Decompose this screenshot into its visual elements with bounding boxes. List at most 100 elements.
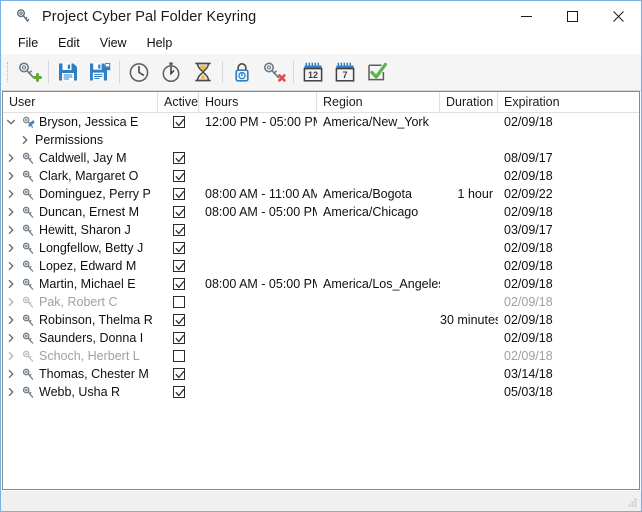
save-button[interactable] (52, 56, 84, 88)
column-header-expiration[interactable]: Expiration (498, 92, 639, 112)
table-row[interactable]: Clark, Margaret O 02/09/18 (3, 167, 639, 185)
calendar-12-button[interactable]: 12 (297, 56, 329, 88)
chevron-right-icon[interactable] (3, 225, 19, 235)
minimize-button[interactable] (503, 1, 549, 32)
key-icon (19, 367, 37, 382)
cell-hours: 08:00 AM - 05:00 PM (205, 277, 317, 291)
chevron-right-icon[interactable] (3, 297, 19, 307)
hourglass-button[interactable] (187, 56, 219, 88)
chevron-right-icon[interactable] (3, 243, 19, 253)
menu-help[interactable]: Help (138, 33, 182, 53)
maximize-button[interactable] (549, 1, 595, 32)
table-row[interactable]: Dominguez, Perry P 08:00 AM - 11:00 AM Ame… (3, 185, 639, 203)
table-row[interactable]: Caldwell, Jay M 08/09/17 (3, 149, 639, 167)
table-row[interactable]: Martin, Michael E 08:00 AM - 05:00 PM Amer… (3, 275, 639, 293)
list-body: Bryson, Jessica E 12:00 PM - 05:00 PM Amer… (3, 113, 639, 489)
cell-duration: 1 hour (457, 187, 493, 201)
cell-user: Permissions (3, 133, 158, 147)
active-checkbox[interactable] (172, 242, 185, 254)
menu-edit[interactable]: Edit (49, 33, 89, 53)
table-row[interactable]: Saunders, Donna I 02/09/18 (3, 329, 639, 347)
table-row[interactable]: Webb, Usha R 05/03/18 (3, 383, 639, 401)
table-row[interactable]: Longfellow, Betty J 02/09/18 (3, 239, 639, 257)
active-checkbox[interactable] (172, 296, 185, 308)
chevron-right-icon[interactable] (3, 171, 19, 181)
column-header-hours[interactable]: Hours (199, 92, 317, 112)
table-row[interactable]: Robinson, Thelma R 30 minutes 02/09/18 (3, 311, 639, 329)
chevron-right-icon[interactable] (3, 261, 19, 271)
chevron-right-icon[interactable] (3, 207, 19, 217)
table-row[interactable]: Bryson, Jessica E 12:00 PM - 05:00 PM Amer… (3, 113, 639, 131)
lock-power-button[interactable] (226, 56, 258, 88)
chevron-right-icon[interactable] (3, 315, 19, 325)
toolbar-separator (293, 61, 294, 83)
key-icon (19, 331, 37, 346)
active-checkbox[interactable] (172, 368, 185, 380)
chevron-right-icon[interactable] (3, 333, 19, 343)
active-checkbox[interactable] (172, 260, 185, 272)
window-title: Project Cyber Pal Folder Keyring (42, 8, 257, 25)
menu-file[interactable]: File (9, 33, 47, 53)
table-row[interactable]: Lopez, Edward M 02/09/18 (3, 257, 639, 275)
cell-region: America/Chicago (323, 205, 419, 219)
active-checkbox[interactable] (172, 386, 185, 398)
chevron-right-icon[interactable] (3, 189, 19, 199)
active-checkbox[interactable] (172, 278, 185, 290)
cell-active (158, 242, 199, 254)
keyring-list-view: User Active Hours Region Duration Expiration … (2, 91, 640, 490)
table-row[interactable]: Hewitt, Sharon J 03/09/17 (3, 221, 639, 239)
column-header-region[interactable]: Region (317, 92, 440, 112)
chevron-down-icon[interactable] (3, 117, 19, 127)
chevron-right-icon[interactable] (3, 387, 19, 397)
approve-button[interactable] (361, 56, 393, 88)
list-sub-row[interactable]: Permissions (3, 131, 639, 149)
active-checkbox[interactable] (172, 314, 185, 326)
cell-expiration: 03/14/18 (504, 367, 553, 381)
cell-active (158, 350, 199, 362)
chevron-right-icon[interactable] (3, 369, 19, 379)
resize-grip-icon[interactable] (626, 497, 638, 509)
key-plus-icon (19, 62, 42, 82)
svg-text:12: 12 (308, 70, 318, 80)
active-checkbox[interactable] (172, 116, 185, 128)
cell-user: Saunders, Donna I (3, 331, 158, 346)
svg-text:7: 7 (342, 70, 347, 80)
column-header-active[interactable]: Active (158, 92, 199, 112)
active-checkbox[interactable] (172, 188, 185, 200)
stopwatch-icon (162, 62, 180, 83)
active-checkbox[interactable] (172, 332, 185, 344)
chevron-right-icon[interactable] (3, 351, 19, 361)
active-checkbox[interactable] (172, 350, 185, 362)
active-checkbox[interactable] (172, 224, 185, 236)
key-icon (19, 187, 37, 202)
calendar-7-button[interactable]: 7 (329, 56, 361, 88)
active-checkbox[interactable] (172, 152, 185, 164)
stopwatch-button[interactable] (155, 56, 187, 88)
save-as-button[interactable] (84, 56, 116, 88)
close-button[interactable] (595, 1, 641, 32)
cell-expiration: 02/09/18 (504, 241, 553, 255)
toolbar-separator (119, 61, 120, 83)
table-row[interactable]: Schoch, Herbert L 02/09/18 (3, 347, 639, 365)
table-row[interactable]: Thomas, Chester M 03/14/18 (3, 365, 639, 383)
table-row[interactable]: Duncan, Ernest M 08:00 AM - 05:00 PM Ameri… (3, 203, 639, 221)
clock-button[interactable] (123, 56, 155, 88)
column-header-user[interactable]: User (3, 92, 158, 112)
delete-key-button[interactable] (258, 56, 290, 88)
cell-expiration: 02/09/18 (504, 115, 553, 129)
user-name: Clark, Margaret O (39, 169, 139, 183)
chevron-right-icon[interactable] (3, 279, 19, 289)
user-name: Martin, Michael E (39, 277, 136, 291)
menu-view[interactable]: View (91, 33, 136, 53)
toolbar-grip[interactable] (4, 60, 12, 84)
active-checkbox[interactable] (172, 170, 185, 182)
column-header-duration[interactable]: Duration (440, 92, 498, 112)
chevron-right-icon[interactable] (3, 153, 19, 163)
add-key-button[interactable] (13, 56, 45, 88)
padlock-power-icon (235, 63, 249, 82)
table-row[interactable]: Pak, Robert C 02/09/18 (3, 293, 639, 311)
cell-user: Lopez, Edward M (3, 259, 158, 274)
user-name: Lopez, Edward M (39, 259, 137, 273)
chevron-right-icon[interactable] (17, 135, 33, 145)
active-checkbox[interactable] (172, 206, 185, 218)
